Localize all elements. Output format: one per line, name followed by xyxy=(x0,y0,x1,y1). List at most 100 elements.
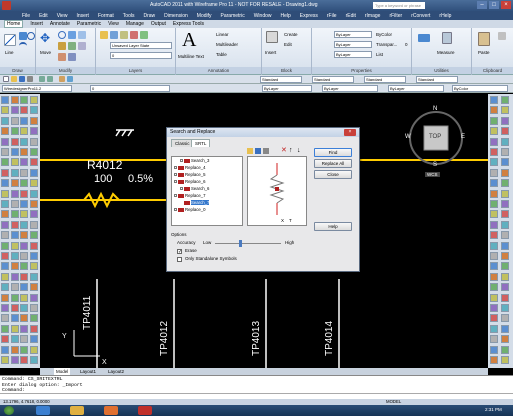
left-palette-tool-icon[interactable] xyxy=(1,116,9,125)
right-palette-tool-icon[interactable] xyxy=(490,220,498,229)
right-palette-tool-icon[interactable] xyxy=(501,158,509,167)
tab-insert[interactable]: Insert xyxy=(30,21,43,27)
trim-icon[interactable] xyxy=(78,31,86,39)
left-palette-tool-icon[interactable] xyxy=(10,252,19,260)
left-palette-tool-icon[interactable] xyxy=(1,210,9,219)
rotate-icon[interactable] xyxy=(58,31,66,39)
workspace-dropdown[interactable]: WiredesignerPro11.2 xyxy=(2,85,72,92)
left-palette-tool-icon[interactable] xyxy=(29,272,38,281)
left-palette-tool-icon[interactable] xyxy=(10,231,19,240)
right-palette-tool-icon[interactable] xyxy=(490,314,498,323)
tab-layout2[interactable]: Layout2 xyxy=(106,368,126,375)
tree-item[interactable]: Search_6 xyxy=(180,186,209,192)
move-up-icon[interactable]: ↑ xyxy=(289,147,293,154)
tree-item[interactable]: Replace_5 xyxy=(174,172,206,178)
left-palette-tool-icon[interactable] xyxy=(29,283,38,292)
left-palette-tool-icon[interactable] xyxy=(20,345,28,354)
right-palette-tool-icon[interactable] xyxy=(501,335,509,344)
polyline-icon[interactable] xyxy=(19,32,27,40)
left-palette-tool-icon[interactable] xyxy=(20,335,28,344)
left-palette-tool-icon[interactable] xyxy=(10,220,19,229)
left-palette-tool-icon[interactable] xyxy=(1,158,9,167)
left-palette-tool-icon[interactable] xyxy=(10,314,19,323)
left-palette-tool-icon[interactable] xyxy=(29,335,38,344)
left-palette-tool-icon[interactable] xyxy=(1,241,9,250)
menu-dimension[interactable]: Dimension xyxy=(164,13,188,19)
left-palette-tool-icon[interactable] xyxy=(20,200,28,208)
undo-icon[interactable] xyxy=(39,76,45,82)
left-palette-tool-icon[interactable] xyxy=(29,148,38,156)
block-edit-button[interactable]: Edit xyxy=(284,42,292,47)
left-palette-tool-icon[interactable] xyxy=(29,314,38,323)
layers-panel-title[interactable]: Layers xyxy=(96,67,175,74)
transparency-label[interactable]: Transpar... xyxy=(376,42,397,47)
array-icon[interactable] xyxy=(68,53,76,61)
left-palette-tool-icon[interactable] xyxy=(1,168,9,177)
close-button[interactable]: × xyxy=(501,1,511,9)
erase-checkbox[interactable]: ✓ xyxy=(177,249,182,255)
left-palette-tool-icon[interactable] xyxy=(1,200,9,208)
left-palette-tool-icon[interactable] xyxy=(1,231,9,240)
mleader-style-dropdown[interactable]: Standard xyxy=(416,76,458,83)
left-palette-tool-icon[interactable] xyxy=(29,158,38,167)
clipboard-panel-title[interactable]: Clipboard xyxy=(472,67,513,74)
right-palette-tool-icon[interactable] xyxy=(501,252,509,260)
new-item-icon[interactable] xyxy=(247,148,253,154)
right-palette-tool-icon[interactable] xyxy=(501,116,509,125)
menu-view[interactable]: View xyxy=(57,13,68,19)
right-palette-tool-icon[interactable] xyxy=(501,272,509,281)
paste-icon[interactable] xyxy=(478,32,490,46)
search-tree[interactable]: Search_3 Replace_4 Replace_5 Replace_6 S… xyxy=(171,156,243,226)
left-palette-tool-icon[interactable] xyxy=(29,293,38,302)
left-palette-tool-icon[interactable] xyxy=(29,116,38,125)
left-palette-tool-icon[interactable] xyxy=(29,241,38,250)
explorer-taskbar-icon[interactable] xyxy=(70,406,84,415)
left-palette-tool-icon[interactable] xyxy=(1,314,9,323)
menu-redit[interactable]: rEdit xyxy=(346,13,356,19)
right-palette-tool-icon[interactable] xyxy=(501,96,509,104)
left-palette-tool-icon[interactable] xyxy=(10,262,19,271)
tab-srtl[interactable]: SRTL xyxy=(191,139,211,147)
left-palette-tool-icon[interactable] xyxy=(10,241,19,250)
right-palette-tool-icon[interactable] xyxy=(501,241,509,250)
right-palette-tool-icon[interactable] xyxy=(501,220,509,229)
left-palette-tool-icon[interactable] xyxy=(20,324,28,333)
layer-state-dropdown[interactable]: Unsaved Layer State xyxy=(110,42,172,49)
left-palette-tool-icon[interactable] xyxy=(20,210,28,219)
left-palette-tool-icon[interactable] xyxy=(1,179,9,188)
left-palette-tool-icon[interactable] xyxy=(20,356,28,364)
left-palette-tool-icon[interactable] xyxy=(1,220,9,229)
right-palette-tool-icon[interactable] xyxy=(490,335,498,344)
left-palette-tool-icon[interactable] xyxy=(1,304,9,312)
right-palette-tool-icon[interactable] xyxy=(501,200,509,208)
tab-express-tools[interactable]: Express Tools xyxy=(173,21,204,27)
right-palette-tool-icon[interactable] xyxy=(501,262,509,271)
left-palette-tool-icon[interactable] xyxy=(10,335,19,344)
menu-format[interactable]: Format xyxy=(98,13,114,19)
right-palette-tool-icon[interactable] xyxy=(490,137,498,146)
menu-rconvert[interactable]: rConvert xyxy=(411,13,430,19)
lineweight-dropdown[interactable]: ByLayer xyxy=(334,51,372,58)
right-palette-tool-icon[interactable] xyxy=(490,179,498,188)
tree-item[interactable]: Replace_4 xyxy=(174,165,206,171)
left-palette-tool-icon[interactable] xyxy=(29,220,38,229)
left-palette-tool-icon[interactable] xyxy=(29,200,38,208)
left-palette-tool-icon[interactable] xyxy=(29,179,38,188)
stretch-icon[interactable] xyxy=(78,42,86,50)
insert-block-icon[interactable] xyxy=(266,31,278,43)
right-palette-tool-icon[interactable] xyxy=(490,210,498,219)
left-palette-tool-icon[interactable] xyxy=(10,283,19,292)
left-palette-tool-icon[interactable] xyxy=(10,345,19,354)
right-palette-tool-icon[interactable] xyxy=(490,356,498,364)
left-palette-tool-icon[interactable] xyxy=(20,148,28,156)
tab-annotate[interactable]: Annotate xyxy=(50,21,70,27)
linetype-control-dropdown[interactable]: ByLayer xyxy=(322,85,378,92)
standalone-checkbox[interactable] xyxy=(177,257,182,262)
copy-icon[interactable] xyxy=(68,31,76,39)
right-palette-tool-icon[interactable] xyxy=(490,189,498,198)
start-button[interactable] xyxy=(4,406,14,415)
menu-window[interactable]: Window xyxy=(254,13,272,19)
delete-item-icon[interactable]: ✕ xyxy=(281,147,287,154)
search-input[interactable]: Type a keyword or phrase xyxy=(373,2,425,9)
left-palette-tool-icon[interactable] xyxy=(20,158,28,167)
